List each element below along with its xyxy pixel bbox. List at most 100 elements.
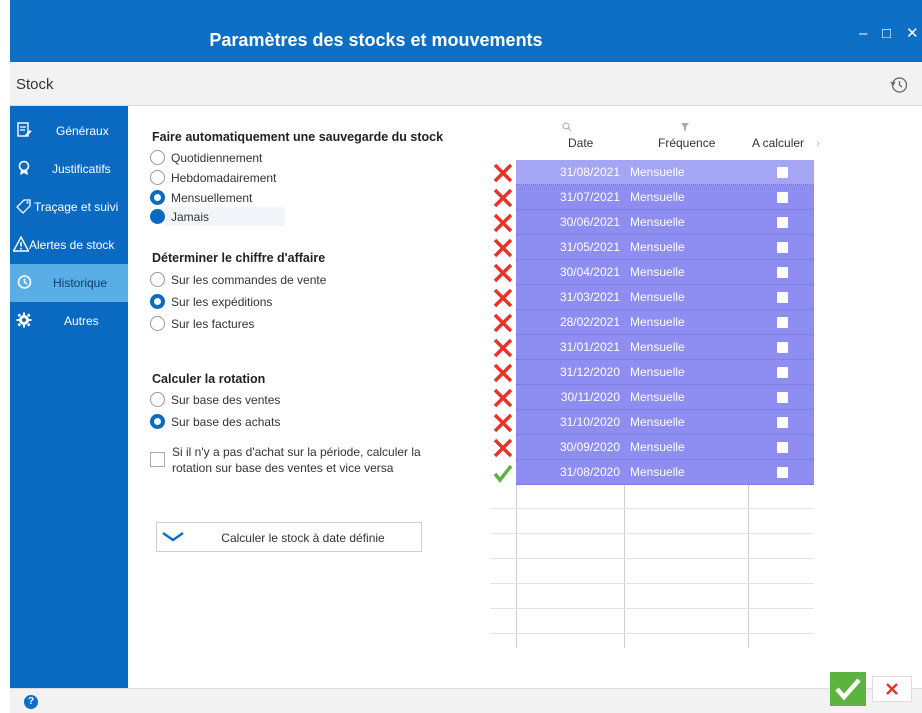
cell-frequency: Mensuelle (630, 440, 685, 454)
sidebar: Généraux Justificatifs Traçage et suivi … (10, 106, 128, 688)
confirm-button[interactable] (830, 672, 866, 706)
table-row[interactable]: 30/09/2020 Mensuelle (490, 435, 814, 460)
fallback-label: Si il n'y a pas d'achat sur la période, … (172, 444, 421, 476)
table-row[interactable]: 28/02/2021 Mensuelle (490, 310, 814, 335)
to-calculate-checkbox[interactable] (777, 242, 788, 253)
radio-button[interactable] (150, 294, 165, 309)
table-row[interactable]: 31/08/2021 Mensuelle (490, 160, 814, 185)
radio-button[interactable] (150, 190, 165, 205)
table-row[interactable]: 31/03/2021 Mensuelle (490, 285, 814, 310)
to-calculate-checkbox[interactable] (777, 317, 788, 328)
sidebar-item-tracage[interactable]: Traçage et suivi (10, 188, 128, 226)
error-x-icon (493, 438, 513, 458)
checkmark-icon (835, 678, 861, 701)
cell-date: 31/12/2020 (559, 365, 620, 379)
to-calculate-checkbox[interactable] (777, 417, 788, 428)
settings-window: Paramètres des stocks et mouvements – □ … (10, 0, 922, 713)
radio-button[interactable] (150, 316, 165, 331)
cell-frequency: Mensuelle (630, 365, 685, 379)
history-icon[interactable] (890, 76, 908, 94)
window-title: Paramètres des stocks et mouvements (209, 30, 543, 50)
column-header-a-calculer[interactable]: A calculer (752, 136, 804, 150)
help-icon[interactable]: ? (24, 695, 38, 709)
sidebar-item-justificatifs[interactable]: Justificatifs (10, 150, 128, 188)
row-cells: 31/07/2021 Mensuelle (516, 185, 814, 210)
radio-button[interactable] (150, 170, 165, 185)
cell-date: 30/06/2021 (559, 215, 620, 229)
error-x-icon (493, 288, 513, 308)
radio-button[interactable] (150, 392, 165, 407)
cell-frequency: Mensuelle (630, 315, 685, 329)
fallback-checkbox[interactable] (150, 452, 165, 467)
table-row[interactable]: 31/08/2020 Mensuelle (490, 460, 814, 485)
to-calculate-checkbox[interactable] (777, 367, 788, 378)
sidebar-item-label: Justificatifs (52, 162, 111, 176)
calculate-stock-button[interactable]: Calculer le stock à date définie (156, 522, 422, 552)
cell-frequency: Mensuelle (630, 290, 685, 304)
to-calculate-checkbox[interactable] (777, 292, 788, 303)
sidebar-item-label: Généraux (56, 124, 109, 138)
radio-button[interactable] (150, 414, 165, 429)
row-cells: 28/02/2021 Mensuelle (516, 310, 814, 335)
chevron-right-icon[interactable]: › (816, 136, 820, 150)
close-icon (886, 683, 898, 695)
cell-frequency: Mensuelle (630, 465, 685, 479)
maximize-icon[interactable]: □ (882, 26, 891, 41)
to-calculate-checkbox[interactable] (777, 442, 788, 453)
to-calculate-checkbox[interactable] (777, 467, 788, 478)
table-row[interactable]: 31/10/2020 Mensuelle (490, 410, 814, 435)
history-grid: Date Fréquence A calculer › 31/08/2021 Me… (490, 106, 832, 656)
cell-date: 31/05/2021 (559, 240, 620, 254)
to-calculate-checkbox[interactable] (777, 342, 788, 353)
error-x-icon (493, 238, 513, 258)
grid-line (490, 608, 814, 609)
cell-date: 28/02/2021 (559, 315, 620, 329)
error-x-icon (493, 188, 513, 208)
radio-label: Quotidiennement (171, 151, 263, 165)
error-x-icon (493, 213, 513, 233)
sidebar-item-generaux[interactable]: Généraux (10, 112, 128, 150)
sidebar-item-historique[interactable]: Historique (10, 264, 128, 302)
cell-date: 31/10/2020 (559, 415, 620, 429)
to-calculate-checkbox[interactable] (777, 217, 788, 228)
backup-title: Faire automatiquement une sauvegarde du … (152, 130, 444, 144)
to-calculate-checkbox[interactable] (777, 392, 788, 403)
radio-button[interactable] (150, 209, 165, 224)
filter-icon[interactable] (680, 122, 690, 132)
column-header-frequence[interactable]: Fréquence (658, 136, 715, 150)
to-calculate-checkbox[interactable] (777, 267, 788, 278)
cancel-button[interactable] (872, 676, 912, 702)
close-icon[interactable]: ✕ (906, 26, 919, 41)
radio-label: Sur les commandes de vente (171, 273, 327, 287)
warning-icon (13, 236, 29, 252)
table-row[interactable]: 30/06/2021 Mensuelle (490, 210, 814, 235)
radio-label: Hebdomadairement (171, 171, 277, 185)
grid-header: Date Fréquence A calculer › (490, 106, 832, 158)
table-row[interactable]: 31/01/2021 Mensuelle (490, 335, 814, 360)
minimize-icon[interactable]: – (859, 26, 867, 41)
column-header-date[interactable]: Date (568, 136, 593, 150)
table-row[interactable]: 30/04/2021 Mensuelle (490, 260, 814, 285)
to-calculate-checkbox[interactable] (777, 192, 788, 203)
radio-button[interactable] (150, 272, 165, 287)
grid-line (490, 508, 814, 509)
document-edit-icon (17, 122, 32, 137)
table-row[interactable]: 31/05/2021 Mensuelle (490, 235, 814, 260)
radio-button[interactable] (150, 150, 165, 165)
grid-line (490, 633, 814, 634)
fallback-label-line: rotation sur base des ventes et vice ver… (172, 461, 394, 475)
cell-frequency: Mensuelle (630, 165, 685, 179)
row-cells: 31/08/2020 Mensuelle (516, 460, 814, 485)
sidebar-item-label: Alertes de stock (29, 238, 115, 252)
table-row[interactable]: 31/12/2020 Mensuelle (490, 360, 814, 385)
cell-date: 31/08/2020 (559, 465, 620, 479)
table-row[interactable]: 31/07/2021 Mensuelle (490, 185, 814, 210)
error-x-icon (493, 413, 513, 433)
sidebar-item-autres[interactable]: Autres (10, 302, 128, 340)
cell-frequency: Mensuelle (630, 390, 685, 404)
search-icon[interactable] (562, 122, 572, 132)
to-calculate-checkbox[interactable] (777, 167, 788, 178)
table-row[interactable]: 30/11/2020 Mensuelle (490, 385, 814, 410)
sidebar-item-alertes[interactable]: Alertes de stock (10, 226, 128, 264)
cell-frequency: Mensuelle (630, 190, 685, 204)
